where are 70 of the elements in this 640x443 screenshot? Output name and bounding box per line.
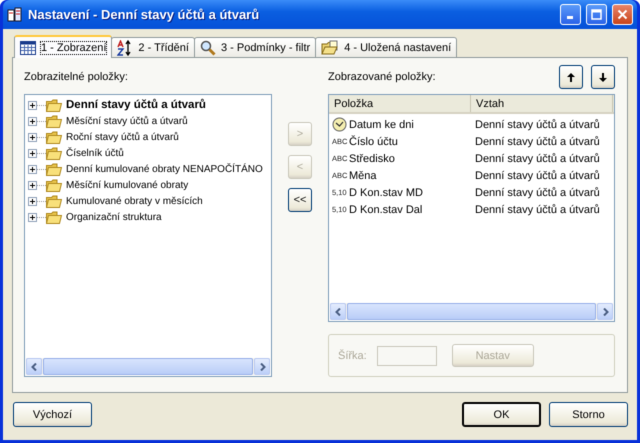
minimize-button[interactable]	[560, 4, 581, 25]
folder-icon	[46, 146, 62, 160]
dialog-button[interactable]: Storno	[549, 402, 628, 427]
maximize-icon	[591, 9, 602, 20]
dialog-button[interactable]: OK	[462, 402, 541, 427]
list-cell-text: Denní stavy účtů a útvarů	[474, 118, 601, 130]
scroll-left-button[interactable]	[26, 358, 42, 375]
list-cell-text: Denní stavy účtů a útvarů	[474, 170, 601, 182]
list-cell[interactable]: Datum ke dni	[349, 118, 414, 130]
expand-icon[interactable]	[28, 148, 37, 158]
available-items-label: Zobrazitelné položky:	[24, 71, 129, 83]
folder-icon	[46, 210, 62, 224]
folder-icon	[46, 114, 62, 128]
folder-icon	[321, 40, 340, 56]
list-cell-text: Denní stavy účtů a útvarů	[474, 136, 601, 148]
list-cell[interactable]: D Kon.stav Dal	[349, 204, 422, 216]
tab[interactable]: 1 - Zobrazení	[14, 35, 112, 58]
move-down-button[interactable]	[591, 65, 615, 89]
app-icon	[7, 6, 23, 22]
dialog-button[interactable]: Výchozí	[13, 402, 92, 427]
tree-item[interactable]: Roční stavy účtů a útvarů	[64, 132, 181, 142]
column-header[interactable]: Položka	[329, 95, 471, 112]
list-cell-text: Denní stavy účtů a útvarů	[474, 186, 601, 198]
move-up-button[interactable]	[559, 65, 583, 89]
up-arrow-icon	[567, 72, 575, 82]
tab[interactable]: 4 - Uložená nastavení	[315, 37, 458, 57]
displayed-items-label: Zobrazované položky:	[328, 71, 436, 83]
scroll-right-button[interactable]	[597, 303, 613, 320]
width-label: Šířka:	[338, 350, 367, 362]
close-button[interactable]	[612, 4, 633, 25]
width-field[interactable]	[376, 346, 437, 366]
column-header[interactable]: Vztah	[471, 95, 613, 112]
list-cell-text: Denní stavy účtů a útvarů	[474, 152, 601, 164]
tree-item[interactable]: Číselník účtů	[64, 148, 126, 158]
list-cell-text: Denní stavy účtů a útvarů	[474, 204, 601, 216]
down-arrow-icon	[599, 72, 607, 82]
close-icon	[617, 9, 628, 20]
tab[interactable]: 3 - Podmínky - filtr	[194, 37, 316, 57]
sort-icon	[117, 40, 134, 56]
list-cell[interactable]: Měna	[349, 170, 377, 182]
scroll-left-button[interactable]	[330, 303, 346, 320]
scroll-right-button[interactable]	[254, 358, 270, 375]
tab[interactable]: 2 - Třídění	[111, 37, 195, 57]
expand-icon[interactable]	[28, 164, 37, 174]
tree-item[interactable]: Organizační struktura	[64, 212, 164, 222]
expand-icon[interactable]	[28, 132, 37, 142]
tree-item[interactable]: Měsíční kumulované obraty	[64, 180, 190, 190]
search-icon	[200, 40, 216, 56]
folder-icon	[46, 194, 62, 208]
list-cell[interactable]: Středisko	[349, 152, 395, 164]
expand-icon[interactable]	[28, 100, 37, 110]
folder-icon	[46, 162, 62, 176]
list-cell[interactable]: Číslo účtu	[349, 136, 398, 148]
grid-icon	[20, 40, 36, 54]
maximize-button[interactable]	[586, 4, 607, 25]
tree-item[interactable]: Kumulované obraty v měsících	[64, 196, 205, 206]
folder-icon	[46, 98, 62, 112]
list-cell[interactable]: D Kon.stav MD	[349, 186, 423, 198]
folder-icon	[46, 130, 62, 144]
expand-icon[interactable]	[28, 212, 37, 222]
expand-icon[interactable]	[28, 196, 37, 206]
folder-icon	[46, 178, 62, 192]
expand-icon[interactable]	[28, 116, 37, 126]
clock-icon	[332, 117, 347, 132]
move-button[interactable]: <<	[288, 188, 312, 212]
window-title: Nastavení - Denní stavy účtů a útvarů	[28, 7, 260, 22]
expand-icon[interactable]	[28, 180, 37, 190]
tree-item[interactable]: Měsíční stavy účtů a útvarů	[64, 116, 190, 126]
tree-item[interactable]: Denní kumulované obraty NENAPOČÍTÁNO	[64, 164, 265, 174]
tree-item[interactable]: Denní stavy účtů a útvarů	[64, 99, 208, 111]
